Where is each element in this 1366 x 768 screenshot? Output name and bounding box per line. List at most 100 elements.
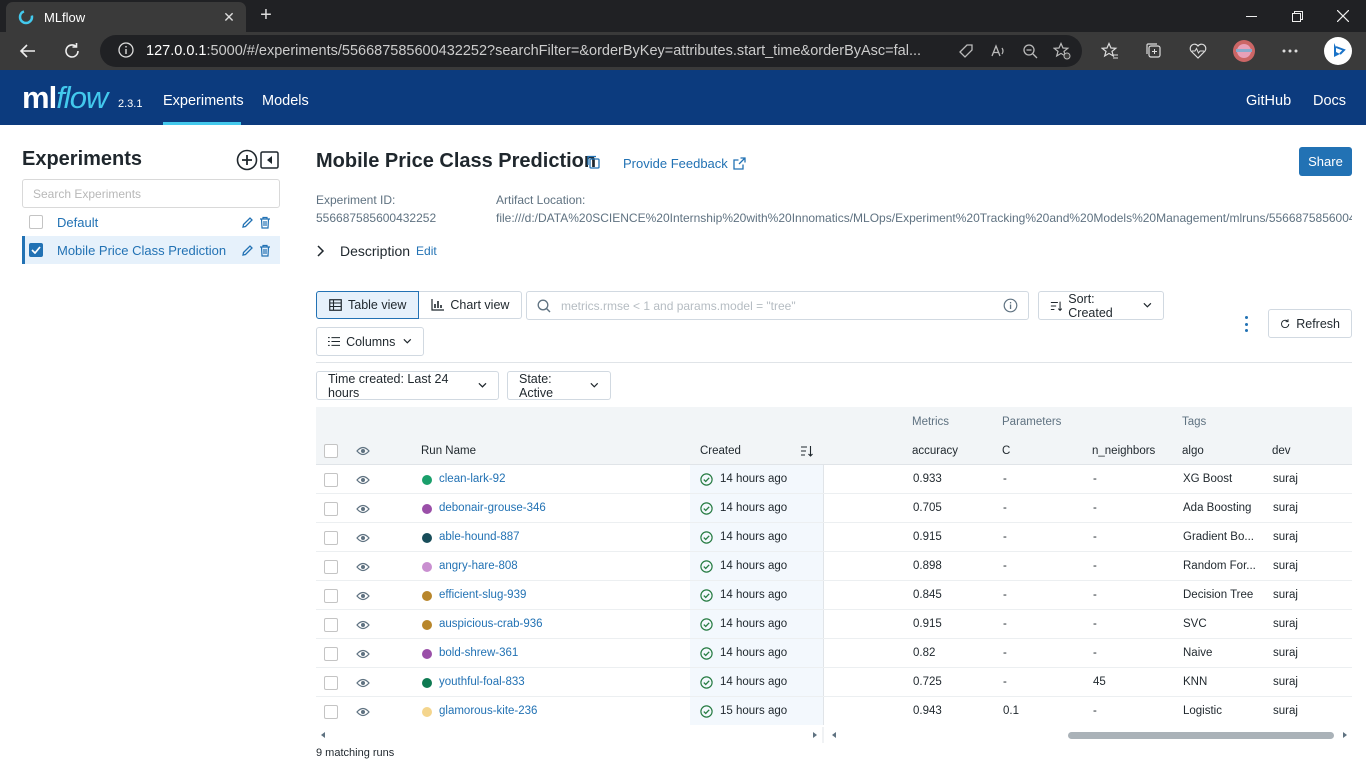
nav-experiments[interactable]: Experiments bbox=[163, 70, 244, 125]
delete-icon[interactable] bbox=[256, 213, 274, 231]
more-menu-icon[interactable] bbox=[1276, 37, 1304, 65]
delete-icon[interactable] bbox=[256, 241, 274, 259]
run-name-link[interactable]: clean-lark-92 bbox=[439, 473, 505, 485]
row-checkbox[interactable] bbox=[324, 502, 338, 516]
eye-icon[interactable] bbox=[356, 561, 370, 573]
state-filter[interactable]: State: Active bbox=[507, 371, 611, 400]
sort-dropdown[interactable]: Sort: Created bbox=[1038, 291, 1164, 320]
row-checkbox[interactable] bbox=[324, 705, 338, 719]
header-n-neighbors[interactable]: n_neighbors bbox=[1092, 445, 1155, 457]
nav-docs[interactable]: Docs bbox=[1313, 70, 1346, 125]
refresh-button[interactable]: Refresh bbox=[1268, 309, 1352, 338]
close-window-icon[interactable] bbox=[1320, 0, 1366, 32]
share-button[interactable]: Share bbox=[1299, 147, 1352, 176]
edit-icon[interactable] bbox=[238, 213, 256, 231]
collections-icon[interactable] bbox=[1140, 37, 1168, 65]
time-created-filter[interactable]: Time created: Last 24 hours bbox=[316, 371, 499, 400]
header-c[interactable]: C bbox=[1002, 445, 1010, 457]
run-name-link[interactable]: glamorous-kite-236 bbox=[439, 705, 537, 717]
new-tab-icon[interactable]: + bbox=[254, 4, 278, 28]
read-aloud-icon[interactable] bbox=[988, 41, 1008, 61]
copy-icon[interactable] bbox=[586, 155, 600, 169]
row-checkbox[interactable] bbox=[324, 618, 338, 632]
accuracy-value: 0.933 bbox=[913, 473, 942, 485]
run-name-link[interactable]: bold-shrew-361 bbox=[439, 647, 518, 659]
run-filter-input[interactable]: metrics.rmse < 1 and params.model = "tre… bbox=[526, 291, 1029, 320]
table-row: debonair-grouse-346 14 hours ago 0.705 - - Ad… bbox=[316, 494, 1352, 523]
url-path: :5000/#/experiments/556687585600432252?s… bbox=[206, 43, 922, 59]
run-name-link[interactable]: angry-hare-808 bbox=[439, 560, 518, 572]
info-icon[interactable] bbox=[1003, 298, 1018, 313]
columns-dropdown[interactable]: Columns bbox=[316, 327, 424, 356]
run-name-link[interactable]: debonair-grouse-346 bbox=[439, 502, 546, 514]
provide-feedback-link[interactable]: Provide Feedback bbox=[623, 156, 746, 171]
select-all-checkbox[interactable] bbox=[324, 444, 338, 458]
horizontal-scrollbar[interactable] bbox=[316, 727, 1352, 743]
sidebar-item-default[interactable]: Default bbox=[22, 208, 280, 236]
experiment-name[interactable]: Mobile Price Class Prediction bbox=[57, 243, 238, 258]
eye-icon[interactable] bbox=[356, 677, 370, 689]
dev-value: suraj bbox=[1273, 705, 1298, 717]
experiment-checkbox[interactable] bbox=[29, 215, 43, 229]
header-dev[interactable]: dev bbox=[1272, 445, 1291, 457]
description-edit-link[interactable]: Edit bbox=[416, 244, 437, 258]
chart-view-button[interactable]: Chart view bbox=[419, 291, 523, 319]
eye-icon[interactable] bbox=[356, 648, 370, 660]
eye-icon[interactable] bbox=[356, 532, 370, 544]
row-checkbox[interactable] bbox=[324, 473, 338, 487]
table-view-button[interactable]: Table view bbox=[316, 291, 420, 319]
add-favorite-icon[interactable] bbox=[1052, 41, 1072, 61]
address-bar[interactable]: 127.0.0.1:5000/#/experiments/55668758560… bbox=[100, 35, 1082, 67]
search-experiments-input[interactable] bbox=[22, 179, 280, 208]
profile-avatar-icon[interactable] bbox=[1230, 37, 1258, 65]
header-run-name[interactable]: Run Name bbox=[421, 445, 476, 457]
nav-models[interactable]: Models bbox=[262, 70, 309, 125]
bing-copilot-icon[interactable] bbox=[1322, 35, 1354, 67]
check-circle-icon bbox=[700, 502, 713, 515]
row-checkbox[interactable] bbox=[324, 676, 338, 690]
mlflow-logo[interactable]: mlflow bbox=[22, 80, 108, 116]
browser-essentials-icon[interactable] bbox=[1184, 37, 1212, 65]
check-circle-icon bbox=[700, 560, 713, 573]
add-experiment-icon[interactable] bbox=[236, 149, 258, 171]
eye-icon[interactable] bbox=[356, 474, 370, 486]
favorites-icon[interactable] bbox=[1096, 37, 1124, 65]
eye-icon[interactable] bbox=[356, 706, 370, 718]
row-checkbox[interactable] bbox=[324, 560, 338, 574]
run-name-link[interactable]: efficient-slug-939 bbox=[439, 589, 526, 601]
eye-icon[interactable] bbox=[356, 503, 370, 515]
back-icon[interactable] bbox=[14, 37, 42, 65]
row-checkbox[interactable] bbox=[324, 647, 338, 661]
collapse-sidebar-icon[interactable] bbox=[260, 151, 279, 169]
restore-icon[interactable] bbox=[1274, 0, 1320, 32]
run-name-link[interactable]: able-hound-887 bbox=[439, 531, 520, 543]
sort-descending-icon[interactable] bbox=[800, 445, 813, 458]
close-tab-icon[interactable]: ✕ bbox=[220, 9, 238, 26]
app-available-icon[interactable] bbox=[956, 41, 976, 61]
row-checkbox[interactable] bbox=[324, 589, 338, 603]
algo-value: Ada Boosting bbox=[1183, 502, 1252, 514]
more-options-icon[interactable] bbox=[1240, 314, 1252, 334]
created-value: 14 hours ago bbox=[720, 676, 788, 688]
table-row: able-hound-887 14 hours ago 0.915 - - Gradien… bbox=[316, 523, 1352, 552]
experiment-checkbox-checked[interactable] bbox=[29, 243, 43, 257]
minimize-icon[interactable] bbox=[1228, 0, 1274, 32]
eye-icon[interactable] bbox=[356, 619, 370, 631]
run-name-link[interactable]: auspicious-crab-936 bbox=[439, 618, 543, 630]
header-accuracy[interactable]: accuracy bbox=[912, 445, 958, 457]
reload-icon[interactable] bbox=[58, 37, 86, 65]
row-checkbox[interactable] bbox=[324, 531, 338, 545]
browser-tab[interactable]: MLflow ✕ bbox=[6, 2, 246, 32]
zoom-icon[interactable] bbox=[1020, 41, 1040, 61]
site-info-icon[interactable] bbox=[118, 41, 134, 61]
nav-github[interactable]: GitHub bbox=[1246, 70, 1291, 125]
header-created[interactable]: Created bbox=[700, 445, 741, 457]
run-name-link[interactable]: youthful-foal-833 bbox=[439, 676, 525, 688]
edit-icon[interactable] bbox=[238, 241, 256, 259]
chevron-right-icon[interactable] bbox=[316, 245, 326, 257]
eye-icon[interactable] bbox=[356, 590, 370, 602]
header-algo[interactable]: algo bbox=[1182, 445, 1204, 457]
experiment-name[interactable]: Default bbox=[57, 215, 238, 230]
sidebar-item-mobile-price-class-prediction[interactable]: Mobile Price Class Prediction bbox=[22, 236, 280, 264]
eye-icon[interactable] bbox=[356, 445, 370, 457]
